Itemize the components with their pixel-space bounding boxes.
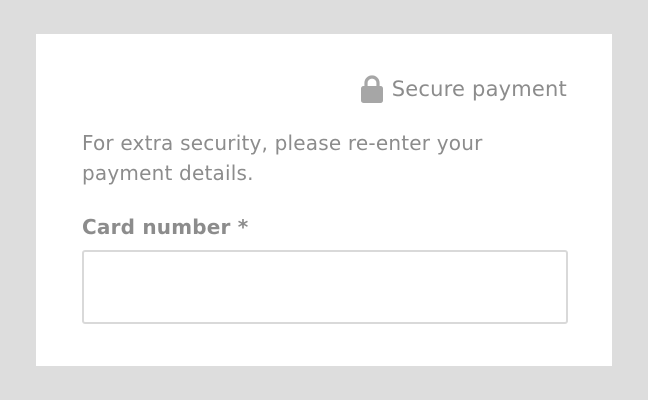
payment-panel: Secure payment For extra security, pleas…: [36, 34, 612, 366]
secure-payment-label: Secure payment: [391, 77, 567, 101]
card-number-label: Card number *: [82, 215, 249, 239]
card-number-input[interactable]: [82, 250, 568, 324]
security-instructions: For extra security, please re-enter your…: [82, 131, 483, 185]
secure-payment-badge: Secure payment: [360, 74, 567, 104]
lock-icon: [360, 74, 383, 104]
